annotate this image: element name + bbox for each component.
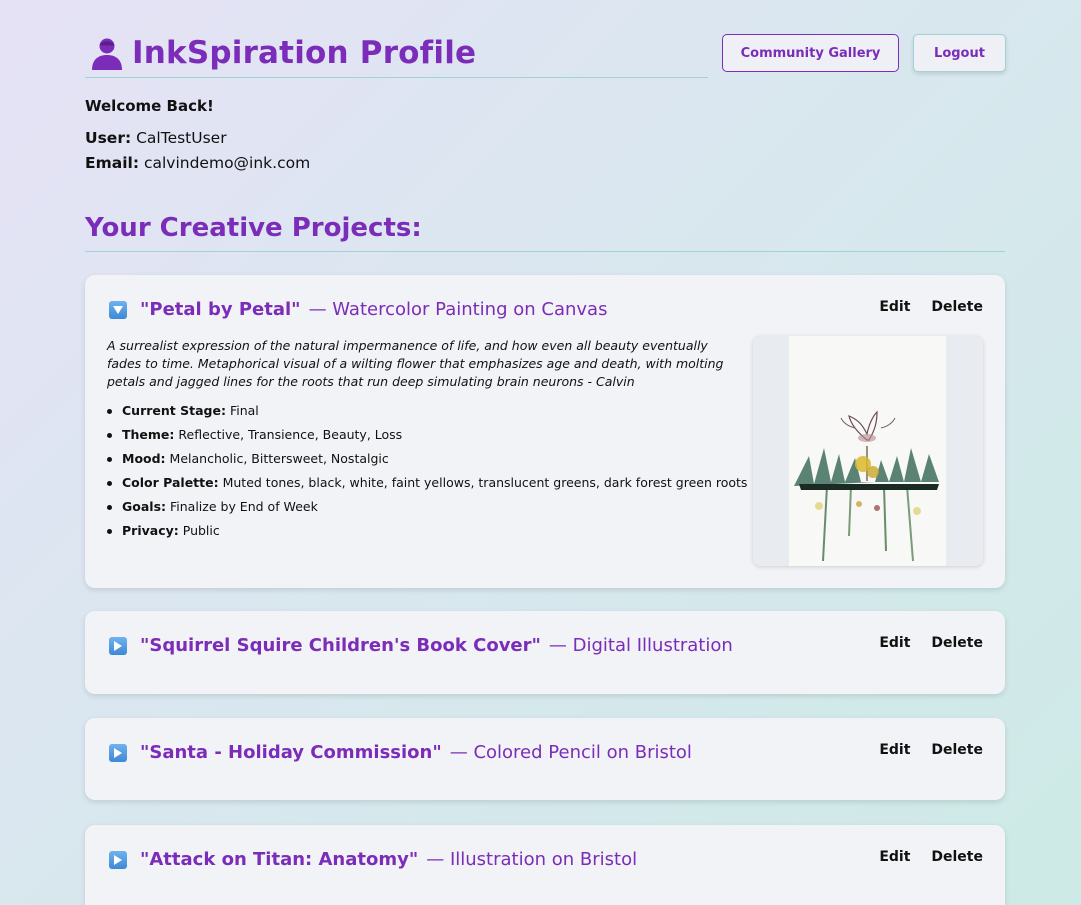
delete-button[interactable]: Delete [931, 742, 983, 758]
detail-value: Public [182, 523, 220, 538]
project-actions: Edit Delete [879, 849, 983, 865]
title-area: InkSpiration Profile [85, 33, 708, 78]
detail-color-palette: Color Palette: Muted tones, black, white… [107, 471, 747, 495]
detail-goals: Goals: Finalize by End of Week [107, 495, 747, 519]
detail-label: Theme: [122, 427, 175, 442]
edit-button[interactable]: Edit [879, 849, 910, 865]
detail-value: Finalize by End of Week [170, 499, 318, 514]
user-value: CalTestUser [136, 129, 227, 147]
triangle-right-icon[interactable] [109, 636, 127, 655]
welcome-text: Welcome Back! [85, 97, 214, 115]
project-details: Current Stage: Final Theme: Reflective, … [107, 399, 747, 543]
triangle-right-icon[interactable] [109, 743, 127, 762]
detail-value: Final [229, 403, 259, 418]
projects-heading: Your Creative Projects: [85, 210, 1005, 252]
detail-value: Muted tones, black, white, faint yellows… [222, 475, 748, 490]
project-actions: Edit Delete [879, 299, 983, 315]
detail-stage: Current Stage: Final [107, 399, 747, 423]
detail-privacy: Privacy: Public [107, 519, 747, 543]
user-info: User: CalTestUser [85, 129, 227, 147]
delete-button[interactable]: Delete [931, 849, 983, 865]
project-name: "Santa - Holiday Commission" [140, 742, 442, 763]
detail-value: Melancholic, Bittersweet, Nostalgic [169, 451, 389, 466]
project-header[interactable]: "Santa - Holiday Commission" — Colored P… [109, 742, 692, 763]
detail-theme: Theme: Reflective, Transience, Beauty, L… [107, 423, 747, 447]
project-medium: — Watercolor Painting on Canvas [308, 299, 608, 320]
project-description: A surrealist expression of the natural i… [107, 338, 724, 389]
triangle-right-icon[interactable] [109, 850, 127, 869]
profile-page: InkSpiration Profile Community Gallery L… [85, 0, 1006, 905]
detail-label: Current Stage: [122, 403, 226, 418]
project-name: "Petal by Petal" [140, 299, 301, 320]
email-value: calvindemo@ink.com [143, 154, 311, 172]
project-header[interactable]: "Attack on Titan: Anatomy" — Illustratio… [109, 849, 637, 870]
project-medium: — Colored Pencil on Bristol [449, 742, 692, 763]
email-label: Email: [85, 154, 140, 172]
project-name: "Attack on Titan: Anatomy" [140, 849, 419, 870]
watercolor-flower-image [789, 336, 946, 566]
project-card: "Santa - Holiday Commission" — Colored P… [85, 718, 1005, 800]
detail-value: Reflective, Transience, Beauty, Loss [178, 427, 403, 442]
project-header[interactable]: "Squirrel Squire Children's Book Cover" … [109, 635, 733, 656]
detail-label: Mood: [122, 451, 166, 466]
edit-button[interactable]: Edit [879, 742, 910, 758]
header: InkSpiration Profile Community Gallery L… [85, 0, 1006, 80]
project-medium: — Digital Illustration [548, 635, 733, 656]
detail-label: Privacy: [122, 523, 179, 538]
triangle-down-icon[interactable] [109, 300, 127, 319]
page-title: InkSpiration Profile [132, 35, 477, 71]
logout-button[interactable]: Logout [913, 34, 1006, 72]
project-card: "Attack on Titan: Anatomy" — Illustratio… [85, 825, 1005, 905]
project-actions: Edit Delete [879, 742, 983, 758]
project-header[interactable]: "Petal by Petal" — Watercolor Painting o… [109, 299, 607, 320]
detail-label: Color Palette: [122, 475, 219, 490]
project-medium: — Illustration on Bristol [426, 849, 638, 870]
delete-button[interactable]: Delete [931, 635, 983, 651]
project-image[interactable] [753, 336, 983, 566]
project-name: "Squirrel Squire Children's Book Cover" [140, 635, 541, 656]
email-info: Email: calvindemo@ink.com [85, 154, 310, 172]
community-gallery-button[interactable]: Community Gallery [722, 34, 899, 72]
detail-label: Goals: [122, 499, 167, 514]
delete-button[interactable]: Delete [931, 299, 983, 315]
project-actions: Edit Delete [879, 635, 983, 651]
edit-button[interactable]: Edit [879, 635, 910, 651]
project-card: "Petal by Petal" — Watercolor Painting o… [85, 275, 1005, 588]
user-icon [92, 38, 122, 70]
user-label: User: [85, 129, 132, 147]
edit-button[interactable]: Edit [879, 299, 910, 315]
detail-mood: Mood: Melancholic, Bittersweet, Nostalgi… [107, 447, 747, 471]
project-card: "Squirrel Squire Children's Book Cover" … [85, 611, 1005, 694]
